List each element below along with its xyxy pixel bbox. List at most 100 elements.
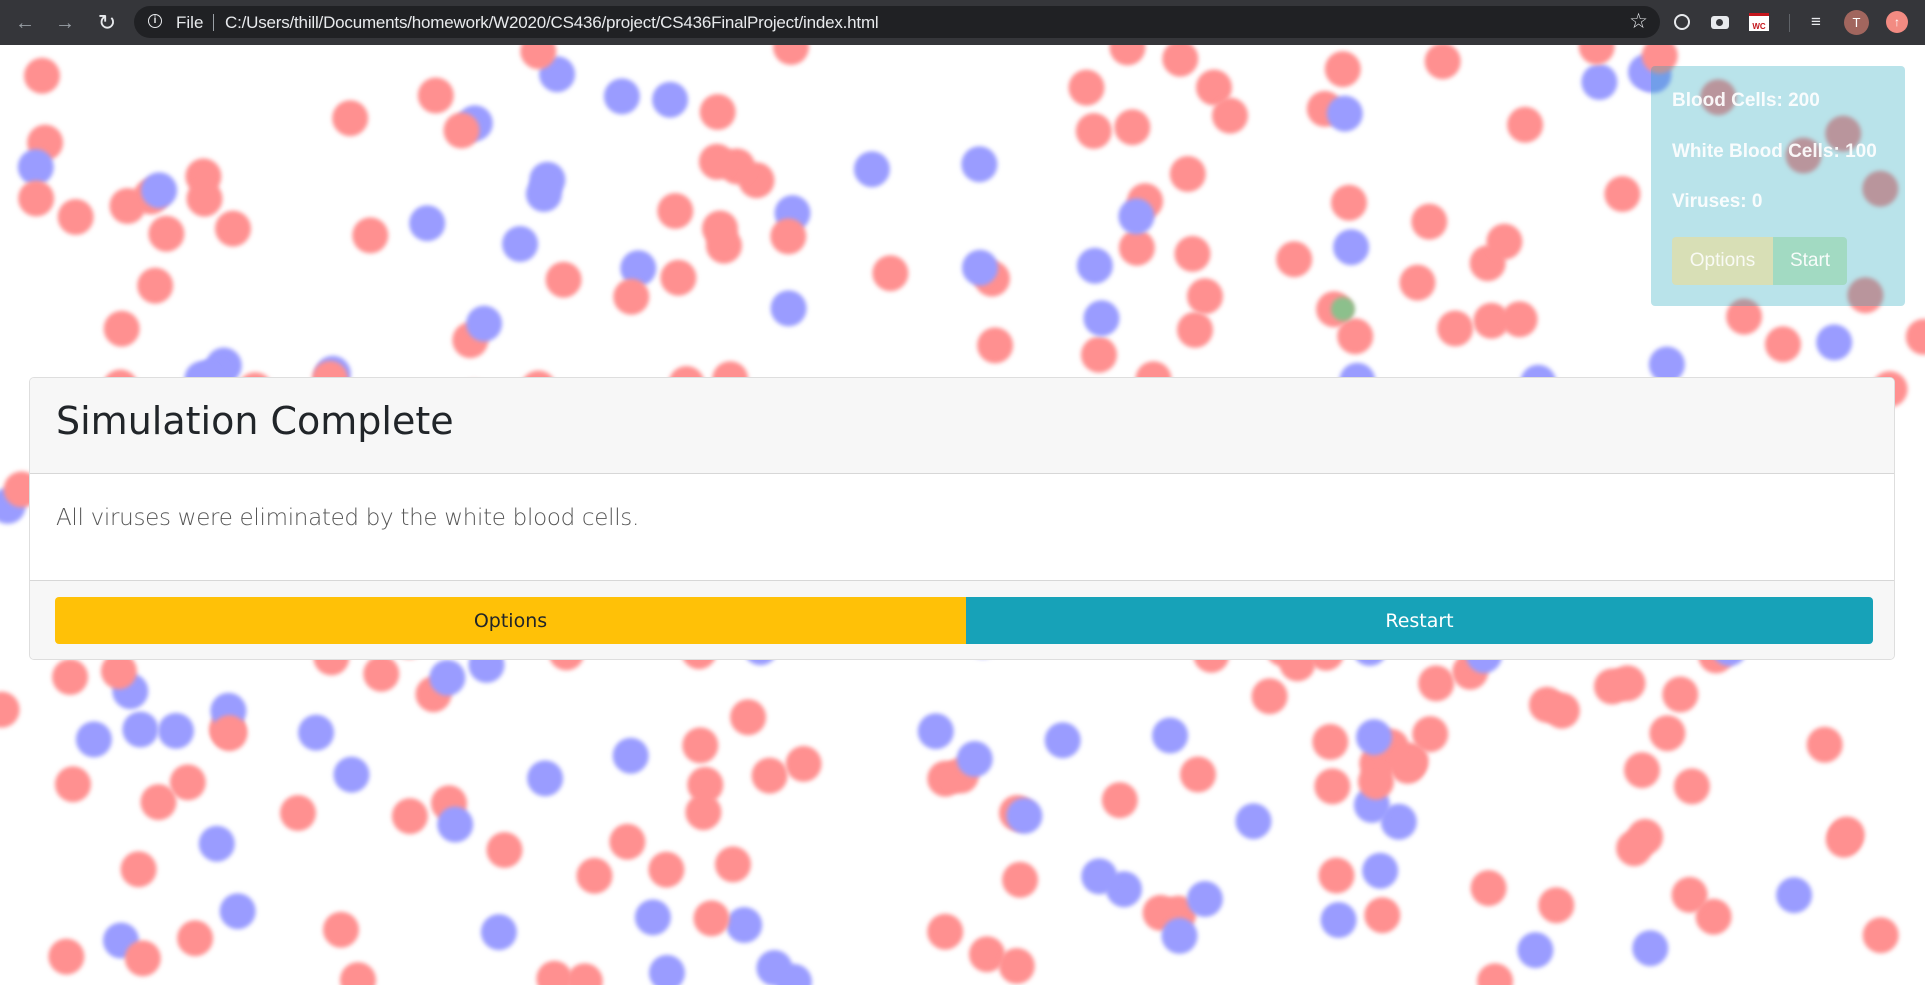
dialog-message: All viruses were eliminated by the white… <box>56 505 639 531</box>
white-blood-cell <box>1816 324 1853 361</box>
white-blood-cell <box>502 226 539 262</box>
forward-arrow-icon[interactable]: → <box>52 10 78 36</box>
white-blood-cell <box>652 81 689 118</box>
media-control-icon[interactable]: ≡ <box>1806 12 1826 32</box>
red-blood-cell <box>486 832 523 868</box>
white-blood-cell <box>649 954 685 985</box>
red-blood-cell <box>215 210 251 247</box>
wc-extension-icon[interactable]: WC <box>1749 12 1769 32</box>
dialog-header: Simulation Complete <box>30 378 1894 474</box>
red-blood-cell <box>785 745 822 782</box>
red-blood-cell <box>124 940 161 977</box>
white-blood-cell <box>612 737 649 774</box>
restart-button[interactable]: Restart <box>966 597 1873 644</box>
red-blood-cell <box>613 278 650 315</box>
red-blood-cell <box>702 210 738 247</box>
red-blood-cell <box>1337 318 1374 355</box>
stats-panel: Blood Cells: 200 White Blood Cells: 100 … <box>1651 66 1905 306</box>
white-blood-cell <box>333 756 370 793</box>
red-blood-cell <box>657 193 694 229</box>
red-blood-cell <box>1424 45 1461 80</box>
panel-start-button[interactable]: Start <box>1773 237 1847 285</box>
white-blood-cell <box>1076 247 1113 284</box>
red-blood-cell <box>48 938 85 975</box>
red-blood-cell <box>1578 45 1615 65</box>
viruses-count: Viruses: 0 <box>1672 191 1763 212</box>
red-blood-cell <box>1624 752 1660 789</box>
red-blood-cell <box>24 57 60 94</box>
red-blood-cell <box>1649 715 1686 752</box>
simulation-complete-dialog: Simulation Complete All viruses were eli… <box>29 377 1895 660</box>
red-blood-cell <box>391 798 428 835</box>
address-bar[interactable]: i File C:/Users/thill/Documents/homework… <box>134 6 1660 38</box>
white-blood-cell <box>1581 64 1618 100</box>
red-blood-cell <box>1501 301 1538 338</box>
red-blood-cell <box>1905 318 1925 355</box>
red-blood-cell <box>1162 45 1199 77</box>
dialog-footer: Options Restart <box>30 580 1894 659</box>
red-blood-cell <box>169 764 206 801</box>
red-blood-cell <box>1331 184 1367 221</box>
address-divider <box>213 14 214 31</box>
red-blood-cell <box>1507 106 1544 143</box>
white-blood-cell <box>726 907 763 943</box>
red-blood-cell <box>872 255 909 292</box>
info-icon[interactable]: i <box>148 14 162 28</box>
red-blood-cell <box>1389 747 1426 784</box>
back-arrow-icon[interactable]: ← <box>12 10 38 36</box>
circle-extension-icon[interactable] <box>1672 12 1692 32</box>
red-blood-cell <box>1318 857 1355 894</box>
red-blood-cell <box>1470 870 1507 907</box>
red-blood-cell <box>1002 861 1039 898</box>
update-icon[interactable]: ↑ <box>1886 11 1908 33</box>
camera-icon[interactable] <box>1710 12 1730 32</box>
white-blood-cell <box>956 741 993 777</box>
white-blood-cell <box>1320 902 1357 938</box>
red-blood-cell <box>1825 821 1862 858</box>
red-blood-cell <box>730 699 767 736</box>
panel-options-button[interactable]: Options <box>1672 237 1773 285</box>
white-blood-cell <box>1356 719 1392 756</box>
red-blood-cell <box>576 857 613 894</box>
red-blood-cell <box>1862 917 1899 954</box>
red-blood-cell <box>332 100 369 137</box>
url-text[interactable]: C:/Users/thill/Documents/homework/W2020/… <box>225 13 879 33</box>
white-blood-cell <box>917 713 954 750</box>
bookmark-star-icon[interactable]: ☆ <box>1629 9 1648 34</box>
red-blood-cell <box>682 727 719 764</box>
red-blood-cell <box>1109 45 1146 66</box>
red-blood-cell <box>1118 229 1155 266</box>
red-blood-cell <box>18 180 55 217</box>
red-blood-cell <box>1251 678 1288 715</box>
white-blood-cell <box>1326 95 1363 132</box>
red-blood-cell <box>280 795 316 831</box>
red-blood-cell <box>1180 756 1216 793</box>
red-blood-cell <box>1806 726 1843 763</box>
options-button[interactable]: Options <box>55 597 966 644</box>
reload-icon[interactable]: ↻ <box>94 10 120 36</box>
red-blood-cell <box>417 77 454 114</box>
red-blood-cell <box>770 218 807 255</box>
profile-avatar[interactable]: T <box>1844 10 1869 35</box>
red-blood-cell <box>566 963 603 985</box>
red-blood-cell <box>148 215 185 252</box>
red-blood-cell <box>1616 830 1653 867</box>
red-blood-cell <box>140 784 177 821</box>
red-blood-cell <box>0 691 20 728</box>
white-blood-cell <box>1118 198 1155 235</box>
red-blood-cell <box>1671 876 1708 913</box>
red-blood-cell <box>1609 665 1646 702</box>
red-blood-cell <box>340 962 376 985</box>
red-blood-cell <box>363 655 400 692</box>
red-blood-cell <box>1169 156 1206 192</box>
white-blood-cell <box>756 950 793 985</box>
white-blood-cell <box>437 806 474 843</box>
red-blood-cell <box>699 94 736 130</box>
white-blood-cell <box>480 914 517 951</box>
red-blood-cell <box>698 143 735 180</box>
white-blood-cell <box>525 176 562 212</box>
red-blood-cell <box>1538 887 1575 924</box>
white-blood-cell <box>198 825 235 862</box>
red-blood-cell <box>1276 241 1313 278</box>
red-blood-cell <box>211 715 248 752</box>
